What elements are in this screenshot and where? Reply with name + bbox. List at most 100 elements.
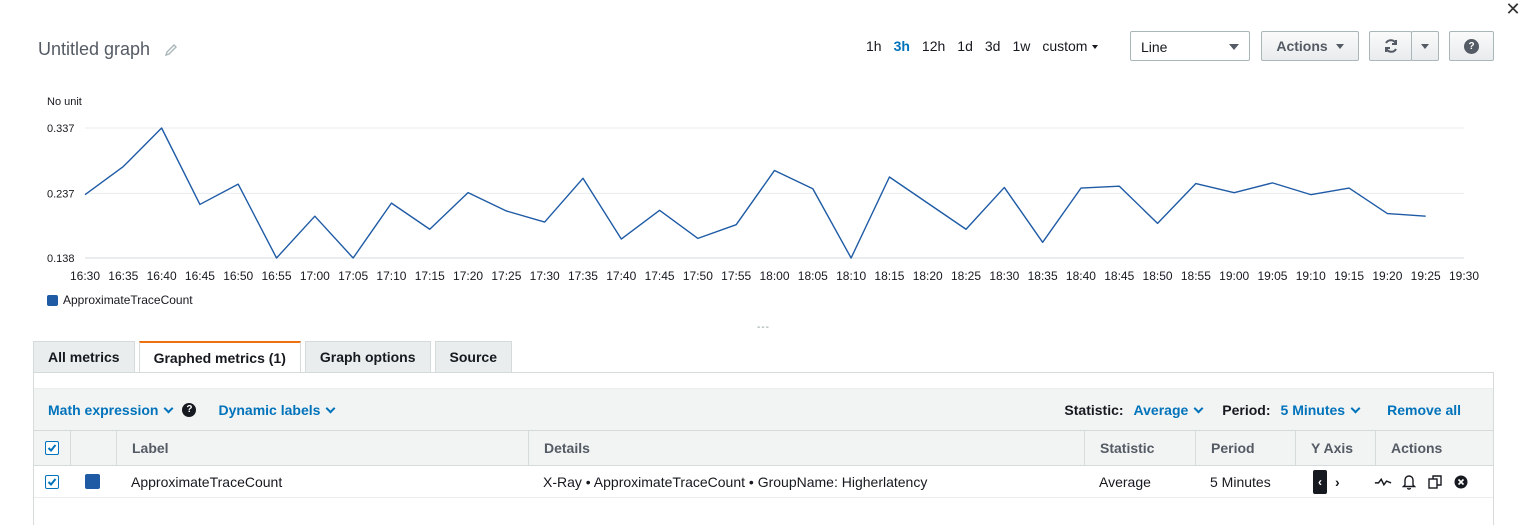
row-period[interactable]: 5 Minutes: [1210, 466, 1271, 497]
time-range-1d[interactable]: 1d: [957, 38, 973, 54]
x-tick-label: 18:15: [874, 269, 904, 283]
time-range-3h[interactable]: 3h: [894, 38, 910, 54]
metrics-tabs: All metrics Graphed metrics (1) Graph op…: [33, 341, 516, 373]
period-value: 5 Minutes: [1280, 401, 1346, 418]
row-statistic[interactable]: Average: [1099, 466, 1151, 497]
x-tick-label: 17:10: [376, 269, 406, 283]
x-tick-label: 19:25: [1411, 269, 1441, 283]
help-button[interactable]: ?: [1449, 31, 1494, 61]
statistic-label: Statistic:: [1064, 401, 1124, 418]
caret-down-icon: [1092, 45, 1099, 50]
statistic-column-header[interactable]: Statistic: [1084, 431, 1195, 465]
x-tick-label: 17:35: [568, 269, 598, 283]
chevron-down-icon: [325, 403, 336, 413]
tab-graph-options[interactable]: Graph options: [304, 341, 431, 372]
bell-icon[interactable]: [1400, 473, 1418, 491]
time-range-12h[interactable]: 12h: [922, 38, 945, 54]
y-tick-label: 0.138: [47, 253, 75, 265]
help-icon: ?: [1464, 38, 1479, 54]
x-tick-label: 18:00: [759, 269, 789, 283]
x-tick-label: 18:45: [1104, 269, 1134, 283]
y-tick-label: 0.337: [47, 123, 75, 135]
color-column-header: [70, 431, 116, 465]
actions-button[interactable]: Actions: [1261, 31, 1359, 61]
x-tick-label: 18:55: [1181, 269, 1211, 283]
x-tick-label: 19:10: [1296, 269, 1326, 283]
copy-icon[interactable]: [1426, 473, 1444, 491]
x-tick-label: 19:00: [1219, 269, 1249, 283]
close-icon[interactable]: ✕: [1503, 0, 1523, 20]
time-range-bar: 1h 3h 12h 1d 3d 1w custom: [866, 38, 1110, 54]
chart-type-value: Line: [1141, 39, 1168, 55]
tab-all-metrics[interactable]: All metrics: [33, 341, 135, 372]
metrics-toolbar: Math expression ? Dynamic labels Statist…: [34, 388, 1493, 430]
period-column-header[interactable]: Period: [1195, 431, 1295, 465]
math-expression-label: Math expression: [48, 401, 159, 418]
x-tick-label: 18:05: [798, 269, 828, 283]
x-tick-label: 16:40: [147, 269, 177, 283]
line-chart: 0.138 0.237 0.337 16:30 16:35 16:40 16:45 16:50…: [47, 123, 1479, 283]
chart-legend[interactable]: ApproximateTraceCount: [47, 293, 193, 307]
x-tick-label: 18:30: [989, 269, 1019, 283]
caret-down-icon: [1229, 44, 1239, 50]
row-details: X-Ray • ApproximateTraceCount • GroupNam…: [543, 473, 928, 490]
remove-icon[interactable]: [1452, 473, 1470, 491]
label-column-header[interactable]: Label: [116, 431, 528, 465]
legend-swatch: [47, 294, 58, 306]
time-range-custom-label: custom: [1042, 38, 1088, 54]
actions-label: Actions: [1276, 38, 1328, 54]
row-checkbox[interactable]: [45, 466, 59, 497]
x-tick-label: 17:45: [645, 269, 675, 283]
x-tick-label: 18:50: [1143, 269, 1173, 283]
y-tick-label: 0.237: [47, 188, 75, 200]
caret-down-icon: [1421, 43, 1429, 49]
statistic-value: Average: [1133, 401, 1189, 418]
pencil-icon[interactable]: [164, 43, 178, 57]
refresh-dropdown-button[interactable]: [1411, 31, 1439, 61]
graph-title[interactable]: Untitled graph: [38, 39, 150, 60]
time-range-1w[interactable]: 1w: [1012, 38, 1030, 54]
x-tick-label: 16:30: [70, 269, 100, 283]
select-all-checkbox[interactable]: [45, 431, 59, 465]
remove-all-link[interactable]: Remove all: [1387, 402, 1461, 418]
chevron-down-icon: [1350, 403, 1361, 413]
x-tick-label: 17:25: [491, 269, 521, 283]
table-header: Label Details Statistic Period Y Axis Ac…: [34, 430, 1493, 466]
time-range-custom[interactable]: custom: [1042, 38, 1099, 54]
x-tick-label: 19:15: [1334, 269, 1364, 283]
panel-resize-handle[interactable]: ---: [757, 322, 770, 333]
x-tick-label: 17:55: [721, 269, 751, 283]
graphed-metrics-panel: Math expression ? Dynamic labels Statist…: [33, 372, 1494, 525]
x-tick-label: 19:20: [1372, 269, 1402, 283]
dynamic-labels-dropdown[interactable]: Dynamic labels: [218, 402, 336, 418]
tab-source[interactable]: Source: [434, 341, 512, 372]
yaxis-left-button[interactable]: ‹: [1313, 469, 1327, 494]
row-color-swatch[interactable]: [85, 466, 100, 497]
x-tick-label: 18:20: [913, 269, 943, 283]
x-tick-label: 19:30: [1449, 269, 1479, 283]
details-column-header[interactable]: Details: [528, 431, 1084, 465]
x-tick-label: 17:15: [415, 269, 445, 283]
help-icon[interactable]: ?: [182, 402, 197, 417]
x-tick-label: 18:10: [836, 269, 866, 283]
period-dropdown[interactable]: 5 Minutes: [1280, 401, 1361, 418]
time-range-1h[interactable]: 1h: [866, 38, 882, 54]
yaxis-column-header: Y Axis: [1295, 431, 1375, 465]
row-label[interactable]: ApproximateTraceCount: [131, 466, 282, 497]
tab-graphed-metrics[interactable]: Graphed metrics (1): [138, 341, 301, 373]
chart-type-select[interactable]: Line: [1130, 31, 1250, 61]
x-tick-label: 17:05: [338, 269, 368, 283]
statistic-dropdown[interactable]: Average: [1133, 401, 1204, 418]
refresh-icon: [1384, 39, 1397, 53]
x-tick-label: 19:05: [1257, 269, 1287, 283]
refresh-button[interactable]: [1369, 31, 1412, 61]
x-tick-label: 16:35: [108, 269, 138, 283]
x-tick-label: 17:00: [300, 269, 330, 283]
math-expression-dropdown[interactable]: Math expression: [48, 401, 174, 418]
legend-label: ApproximateTraceCount: [63, 293, 193, 307]
yaxis-right-button[interactable]: ›: [1335, 474, 1340, 490]
chevron-down-icon: [1193, 403, 1204, 413]
row-actions: [1374, 466, 1478, 497]
graph-metric-icon[interactable]: [1374, 473, 1392, 491]
time-range-3d[interactable]: 3d: [985, 38, 1001, 54]
